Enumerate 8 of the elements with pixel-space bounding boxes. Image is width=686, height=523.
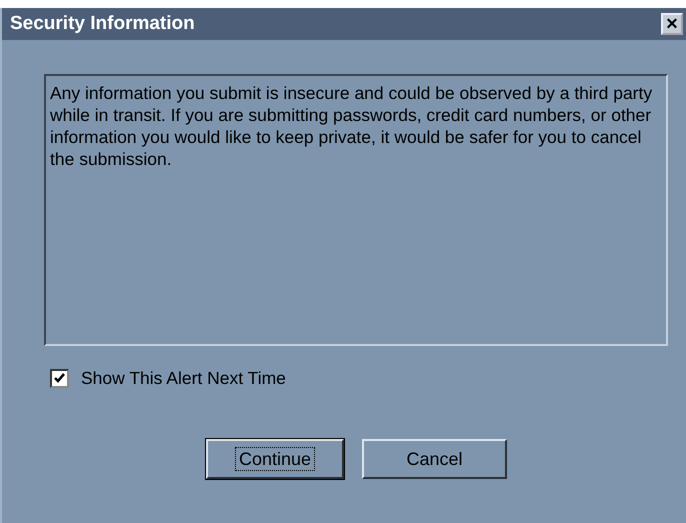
close-button[interactable]: × (661, 13, 683, 35)
checkbox-label: Show This Alert Next Time (81, 368, 286, 389)
check-icon (54, 373, 65, 384)
dialog-button[interactable]: Cancel (362, 439, 507, 479)
window-title: Security Information (10, 13, 195, 35)
checkbox[interactable] (50, 369, 69, 388)
dialog-button[interactable]: Continue (206, 439, 344, 479)
message-text: Any information you submit is insecure and could be observed by a third party while in transit. If you are submitting passwords, credit card numbers, or other information you would like to keep private, it would be safer for you to cancel the submission. (44, 74, 668, 346)
